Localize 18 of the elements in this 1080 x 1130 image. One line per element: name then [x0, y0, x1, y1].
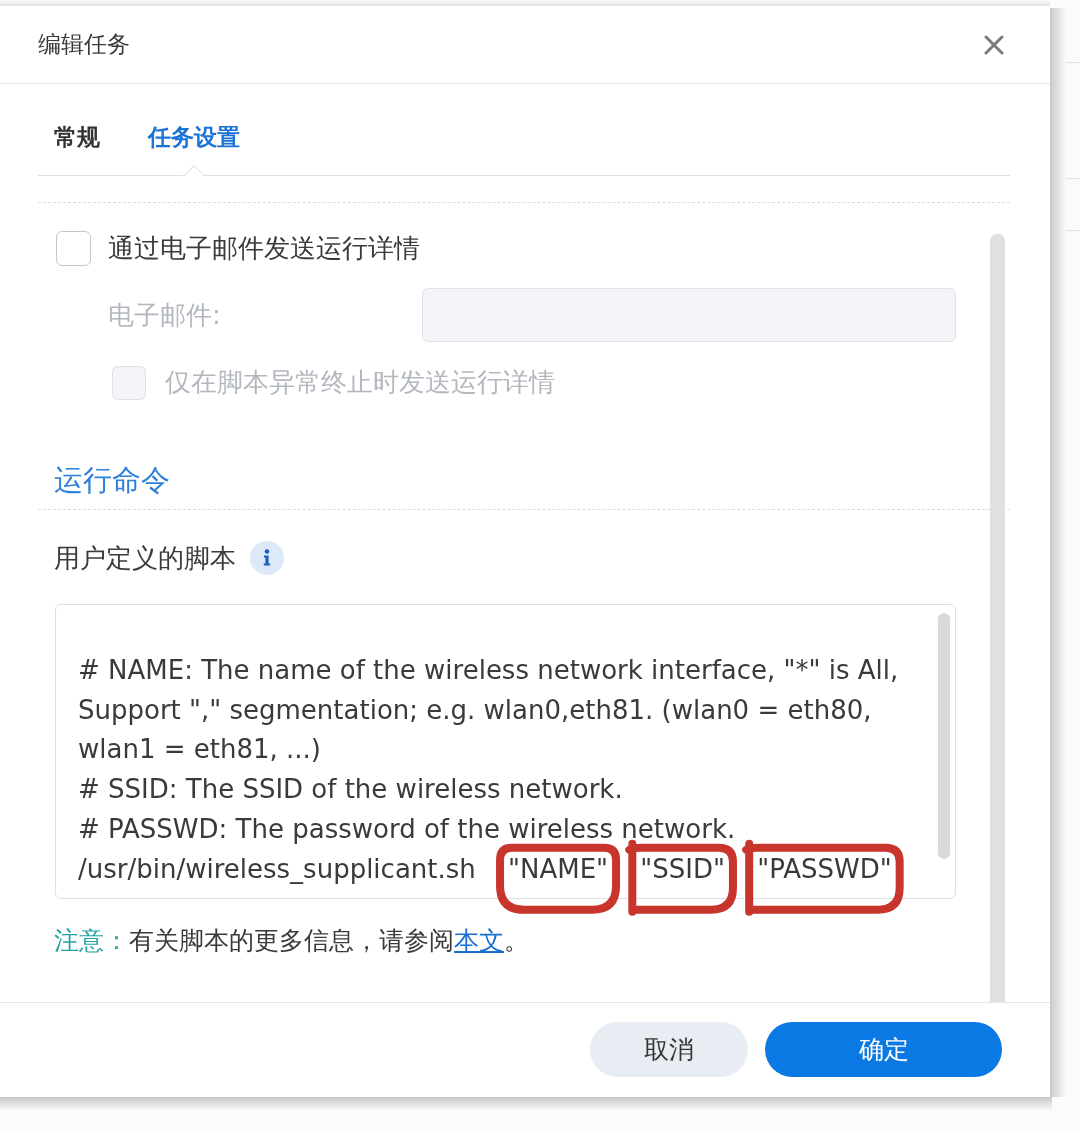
info-icon[interactable]	[250, 541, 284, 575]
confirm-button[interactable]: 确定	[765, 1022, 1002, 1077]
note-text: 注意：有关脚本的更多信息，请参阅本文。	[54, 926, 529, 956]
article-link[interactable]: 本文	[454, 926, 504, 955]
tab[interactable]: 常规	[54, 120, 100, 175]
dialog-title: 编辑任务	[38, 30, 130, 59]
script-field[interactable]: # NAME: The name of the wireless network interface, "*" is All, Support "," segmentation; e.g. wlan0,eth81. (wlan0 = eth80, wlan1 = eth81, ...) # SSID: The SSID of the wireless network. # PASSWD: The password of the wireless network. /usr/bin/wireless_supplicant.sh "NAME" "SSID" "PASSWD"	[55, 604, 956, 899]
checkbox-label: 通过电子邮件发送运行详情	[108, 232, 420, 265]
script-label: 用户定义的脚本	[54, 541, 236, 575]
scrollbar-thumb[interactable]	[990, 234, 1005, 1002]
cancel-button[interactable]: 取消	[590, 1022, 748, 1077]
checkbox[interactable]	[56, 231, 91, 266]
scrollbar-thumb[interactable]	[938, 613, 950, 859]
section-heading: 运行命令	[54, 462, 170, 499]
close-icon	[984, 34, 1004, 55]
email-label: 电子邮件:	[108, 298, 222, 332]
close-button[interactable]	[984, 34, 1004, 55]
checkbox-label: 仅在脚本异常终止时发送运行详情	[165, 366, 555, 399]
